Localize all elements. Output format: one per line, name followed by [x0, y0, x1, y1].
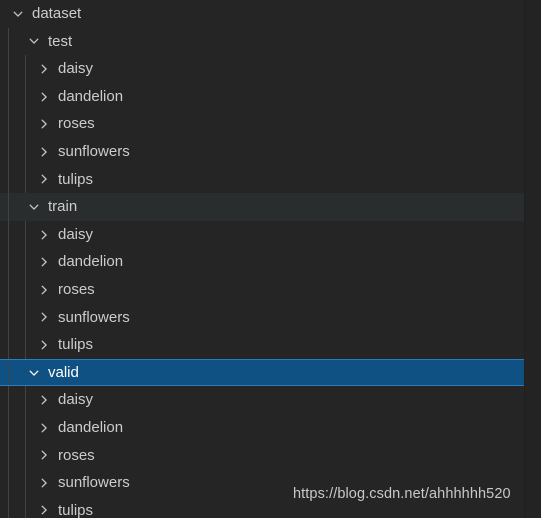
indent-guide-line [8, 441, 9, 470]
chevron-right-icon[interactable] [36, 392, 52, 408]
tree-item-label: tulips [58, 501, 94, 518]
chevron-right-icon[interactable] [36, 116, 52, 132]
file-tree-explorer: dataset test daisy dandelion roses sunflowers… [0, 0, 541, 518]
chevron-right-icon[interactable] [36, 420, 52, 436]
tree-item-label: test [48, 32, 73, 50]
chevron-right-icon[interactable] [36, 309, 52, 325]
chevron-down-icon[interactable] [26, 199, 42, 215]
indent-guide-line [25, 496, 26, 518]
tree-item-label: roses [58, 446, 95, 464]
indent-guide-line [25, 413, 26, 442]
tree-item-roses[interactable]: roses [0, 441, 541, 470]
chevron-right-icon[interactable] [36, 337, 52, 353]
indent-guide-line [25, 110, 26, 138]
chevron-right-icon[interactable] [36, 254, 52, 270]
chevron-right-icon[interactable] [36, 171, 52, 187]
tree-item-dandelion[interactable]: dandelion [0, 82, 541, 111]
indent-guide-line [8, 55, 9, 83]
indent-guide-line [25, 165, 26, 194]
tree-item-dataset[interactable]: dataset [0, 0, 541, 28]
tree-item-label: sunflowers [58, 474, 130, 492]
indent-guide-line [25, 331, 26, 359]
indent-guide-line [25, 137, 26, 166]
indent-guide-line [25, 386, 26, 414]
tree-item-label: roses [58, 280, 95, 298]
tree-item-label: train [48, 198, 78, 216]
chevron-right-icon[interactable] [36, 89, 52, 105]
tree-item-label: sunflowers [58, 142, 130, 160]
indent-guide-line [8, 386, 9, 414]
tree-item-label: dandelion [58, 87, 124, 105]
tree-item-train[interactable]: train [0, 193, 541, 221]
tree-item-dandelion[interactable]: dandelion [0, 248, 541, 276]
chevron-down-icon[interactable] [26, 365, 42, 381]
tree-item-daisy[interactable]: daisy [0, 220, 541, 249]
indent-guide-line [25, 220, 26, 249]
indent-guide-line [8, 165, 9, 194]
indent-guide-line [8, 413, 9, 442]
indent-guide-line [25, 441, 26, 470]
indent-guide-line [25, 82, 26, 111]
tree-item-tulips[interactable]: tulips [0, 331, 541, 359]
chevron-right-icon[interactable] [36, 447, 52, 463]
indent-guide-line [25, 248, 26, 276]
tree-item-tulips[interactable]: tulips [0, 496, 541, 518]
tree-item-label: dataset [32, 5, 82, 22]
tree-item-label: dandelion [58, 253, 124, 271]
tree-item-daisy[interactable]: daisy [0, 386, 541, 414]
indent-guide-line [8, 82, 9, 111]
chevron-right-icon[interactable] [36, 282, 52, 298]
indent-guide-line [8, 275, 9, 304]
chevron-right-icon[interactable] [36, 227, 52, 243]
indent-guide-line [25, 275, 26, 304]
tree-item-roses[interactable]: roses [0, 110, 541, 138]
tree-item-label: daisy [58, 225, 94, 243]
indent-guide-line [25, 55, 26, 83]
file-tree: dataset test daisy dandelion roses sunflowers… [0, 0, 541, 518]
indent-guide-line [8, 137, 9, 166]
indent-guide-line [8, 496, 9, 518]
indent-guide-line [8, 27, 9, 56]
chevron-right-icon[interactable] [36, 475, 52, 491]
tree-item-label: daisy [58, 391, 94, 409]
tree-item-test[interactable]: test [0, 27, 541, 56]
tree-item-daisy[interactable]: daisy [0, 55, 541, 83]
tree-item-tulips[interactable]: tulips [0, 165, 541, 194]
indent-guide-line [25, 469, 26, 497]
tree-item-sunflowers[interactable]: sunflowers [0, 137, 541, 166]
indent-guide-line [8, 110, 9, 138]
tree-item-dandelion[interactable]: dandelion [0, 413, 541, 442]
tree-item-label: daisy [58, 60, 94, 78]
chevron-down-icon[interactable] [10, 6, 26, 22]
indent-guide-line [8, 193, 9, 221]
chevron-right-icon[interactable] [36, 502, 52, 518]
chevron-down-icon[interactable] [26, 33, 42, 49]
tree-item-sunflowers[interactable]: sunflowers [0, 303, 541, 332]
tree-item-roses[interactable]: roses [0, 275, 541, 304]
indent-guide-line [8, 220, 9, 249]
tree-item-label: tulips [58, 170, 94, 188]
indent-guide-line [25, 303, 26, 332]
indent-guide-line [8, 248, 9, 276]
chevron-right-icon[interactable] [36, 144, 52, 160]
indent-guide-line [8, 469, 9, 497]
indent-guide-line [8, 303, 9, 332]
tree-item-label: dandelion [58, 418, 124, 436]
tree-item-label: valid [48, 363, 79, 381]
tree-item-sunflowers[interactable]: sunflowers [0, 469, 541, 497]
tree-item-valid[interactable]: valid [0, 358, 541, 387]
tree-item-label: tulips [58, 336, 94, 354]
chevron-right-icon[interactable] [36, 61, 52, 77]
tree-item-label: sunflowers [58, 308, 130, 326]
indent-guide-line [8, 359, 9, 386]
indent-guide-line [8, 331, 9, 359]
tree-item-label: roses [58, 115, 95, 133]
